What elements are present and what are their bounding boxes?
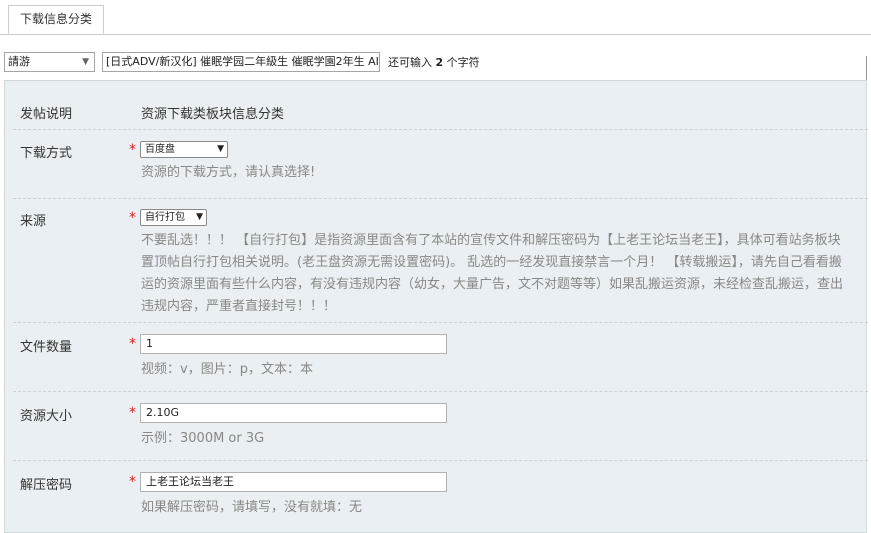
source-label: 来源 [20,214,47,229]
file-count-input[interactable]: 1 [140,334,447,354]
required-mark: * [129,405,136,421]
download-method-select[interactable]: 百度盘 ▼ [140,141,228,158]
file-count-hint: 视频：v，图片：p，文本：本 [141,362,313,377]
source-hint-line: 违规内容，严重者直接封号！！！ [141,299,337,314]
char-counter: 还可输入 2 个字符 [388,54,480,70]
intro-value: 资源下载类板块信息分类 [141,107,285,122]
required-mark: * [129,336,136,352]
required-mark: * [129,210,136,226]
unzip-password-label: 解压密码 [20,478,73,493]
unzip-password-hint: 如果解压密码，请填写，没有就填：无 [141,500,363,515]
counter-suffix: 个字符 [446,56,480,69]
source-selected: 自行打包 [145,212,185,223]
counter-prefix: 还可输入 [388,56,432,69]
source-hint-line: 置顶帖自行打包相关说明。(老王盘资源无需设置密码)。 乱选的一经发现直接禁言一个… [141,255,842,270]
source-hint: 不要乱选！！！ 【自行打包】是指资源里面含有了本站的宣传文件和解压密码为【上老王… [141,230,868,318]
row-source: 来源 * 自行打包 ▼ 不要乱选！！！ 【自行打包】是指资源里面含有了本站的宣传… [13,198,868,323]
source-select[interactable]: 自行打包 ▼ [140,209,207,226]
row-resource-size: 资源大小 * 2.10G 示例：3000M or 3G [13,391,868,461]
required-mark: * [129,474,136,490]
resource-size-input[interactable]: 2.10G [140,403,447,423]
file-count-label: 文件数量 [20,340,73,355]
row-unzip-password: 解压密码 * 上老王论坛当老王 如果解压密码，请填写，没有就填：无 [13,460,868,529]
tab-bar: 下载信息分类 [0,0,871,35]
download-method-selected: 百度盘 [145,144,175,155]
source-hint-line: 不要乱选！！！ 【自行打包】是指资源里面含有了本站的宣传文件和解压密码为【上老王… [141,233,841,248]
row-intro: 发帖说明 资源下载类板块信息分类 [13,91,868,130]
chevron-down-icon: ▼ [82,57,89,67]
required-mark: * [129,142,136,158]
category-select-value: 請游 [8,55,30,68]
download-method-hint: 资源的下载方式，请认真选择! [141,165,316,180]
tab-download-info-category[interactable]: 下载信息分类 [8,5,105,34]
row-file-count: 文件数量 * 1 视频：v，图片：p，文本：本 [13,322,868,392]
title-input[interactable]: [日式ADV/新汉化] 催眠学园二年級生 催眠学園2年生 AI汉 [102,52,380,72]
source-hint-line: 运的资源里面有些什么内容，有没有违规内容（幼女，大量广告，文不对题等等）如果乱搬… [141,277,844,292]
resource-size-label: 资源大小 [20,409,73,424]
unzip-password-input[interactable]: 上老王论坛当老王 [140,472,447,492]
form-panel: 发帖说明 资源下载类板块信息分类 下载方式 * 百度盘 ▼ 资源的下载方式，请认… [4,80,868,533]
resource-size-hint: 示例：3000M or 3G [141,431,265,446]
category-select[interactable]: 請游 ▼ [4,52,95,72]
chevron-down-icon: ▼ [196,212,203,222]
counter-number: 2 [435,56,444,69]
intro-label: 发帖说明 [20,107,73,122]
row-download-method: 下载方式 * 百度盘 ▼ 资源的下载方式，请认真选择! [13,129,868,199]
download-method-label: 下载方式 [20,146,73,161]
chevron-down-icon: ▼ [217,144,224,154]
